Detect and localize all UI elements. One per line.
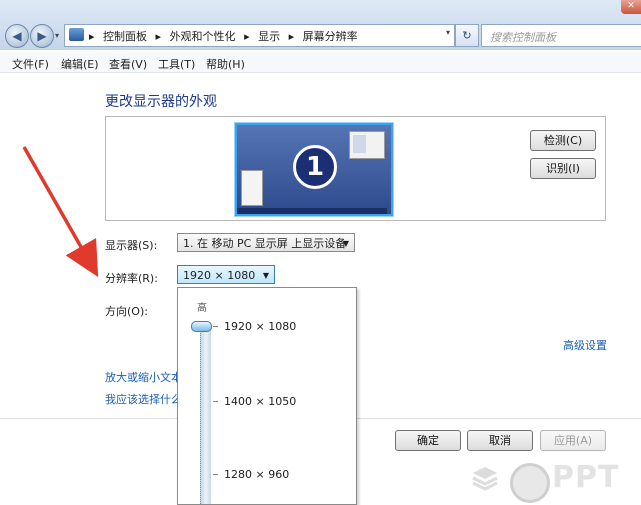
- orientation-label: 方向(O):: [105, 305, 148, 318]
- cancel-button[interactable]: 取消: [467, 430, 533, 451]
- monitor-preview-panel: 1 检测(C) 识别(I): [105, 116, 606, 221]
- breadcrumb-separator[interactable]: ▸: [156, 30, 162, 43]
- watermark-text: PPT: [552, 460, 620, 495]
- text-size-link[interactable]: 放大或缩小文本: [105, 369, 182, 385]
- resolution-label: 分辨率(R):: [105, 272, 158, 285]
- chevron-down-icon: ▼: [262, 271, 269, 280]
- breadcrumb-separator[interactable]: ▸: [244, 30, 250, 43]
- window-close-button[interactable]: ✕: [621, 0, 641, 14]
- resolution-select-value: 1920 × 1080: [183, 269, 256, 282]
- recent-pages-dropdown[interactable]: ▾: [55, 31, 59, 40]
- chevron-down-icon: ▼: [342, 239, 349, 248]
- address-bar[interactable]: ▸ 控制面板 ▸ 外观和个性化 ▸ 显示 ▸ 屏幕分辨率 ▾: [64, 24, 455, 47]
- resolution-option[interactable]: 1280 × 960: [224, 468, 289, 481]
- apply-button[interactable]: 应用(A): [540, 430, 606, 451]
- resolution-slider-track[interactable]: [200, 322, 211, 504]
- display-label: 显示器(S):: [105, 239, 158, 252]
- resolution-slider-thumb[interactable]: [191, 321, 212, 332]
- forward-button[interactable]: ▶: [30, 24, 54, 48]
- control-panel-icon: [69, 28, 84, 41]
- slider-tick: [213, 474, 218, 475]
- page-title: 更改显示器的外观: [105, 94, 217, 110]
- breadcrumb-control-panel[interactable]: 控制面板: [103, 30, 147, 43]
- watermark-circle-icon: [510, 463, 550, 503]
- resolution-select[interactable]: 1920 × 1080 ▼: [177, 265, 275, 284]
- identify-button[interactable]: 识别(I): [530, 158, 596, 179]
- monitor-number-badge: 1: [293, 145, 337, 189]
- monitor-bottom-bar: [237, 208, 387, 214]
- display-select[interactable]: 1. 在 移动 PC 显示屏 上显示设备 ▼: [177, 233, 355, 252]
- slider-tick: [213, 326, 218, 327]
- breadcrumb-appearance[interactable]: 外观和个性化: [170, 30, 236, 43]
- display-select-value: 1. 在 移动 PC 显示屏 上显示设备: [183, 237, 347, 250]
- menu-view[interactable]: 查看(V): [109, 56, 147, 72]
- slider-tick: [213, 401, 218, 402]
- which-settings-link[interactable]: 我应该选择什么: [105, 391, 182, 407]
- advanced-settings-link[interactable]: 高级设置: [563, 337, 607, 353]
- menu-file[interactable]: 文件(F): [12, 56, 49, 72]
- breadcrumb-separator[interactable]: ▸: [289, 30, 295, 43]
- monitor-1-preview[interactable]: 1: [235, 123, 393, 216]
- menu-edit[interactable]: 编辑(E): [61, 56, 99, 72]
- monitor-taskbar-thumbnail: [241, 170, 263, 206]
- breadcrumb-separator[interactable]: ▸: [89, 30, 95, 43]
- resolution-dropdown-panel: 高 1920 × 1080 1400 × 1050 1280 × 960: [177, 287, 357, 505]
- address-dropdown-button[interactable]: ▾: [446, 28, 450, 37]
- refresh-button[interactable]: ↻: [455, 24, 479, 47]
- window-titlebar: ✕ ◀ ▶ ▾ ▸ 控制面板 ▸ 外观和个性化 ▸ 显示 ▸ 屏幕分辨率 ▾ ↻…: [0, 0, 641, 50]
- ok-button[interactable]: 确定: [395, 430, 461, 451]
- search-input[interactable]: 搜索控制面板: [481, 24, 641, 47]
- menu-tools[interactable]: 工具(T): [158, 56, 195, 72]
- search-placeholder: 搜索控制面板: [490, 31, 556, 44]
- monitor-window-thumbnail: [349, 131, 385, 159]
- back-button[interactable]: ◀: [5, 24, 29, 48]
- resolution-option[interactable]: 1400 × 1050: [224, 395, 296, 408]
- layers-icon: [472, 467, 498, 491]
- resolution-option[interactable]: 1920 × 1080: [224, 320, 296, 333]
- watermark-logo: PPT: [470, 455, 641, 503]
- breadcrumb-display[interactable]: 显示: [258, 30, 280, 43]
- detect-button[interactable]: 检测(C): [530, 130, 596, 151]
- breadcrumb-screen-resolution[interactable]: 屏幕分辨率: [303, 30, 358, 43]
- breadcrumb: ▸ 控制面板 ▸ 外观和个性化 ▸ 显示 ▸ 屏幕分辨率: [89, 28, 363, 44]
- menu-help[interactable]: 帮助(H): [206, 56, 245, 72]
- slider-high-label: 高: [197, 303, 207, 314]
- menu-bar: 文件(F) 编辑(E) 查看(V) 工具(T) 帮助(H): [0, 52, 641, 73]
